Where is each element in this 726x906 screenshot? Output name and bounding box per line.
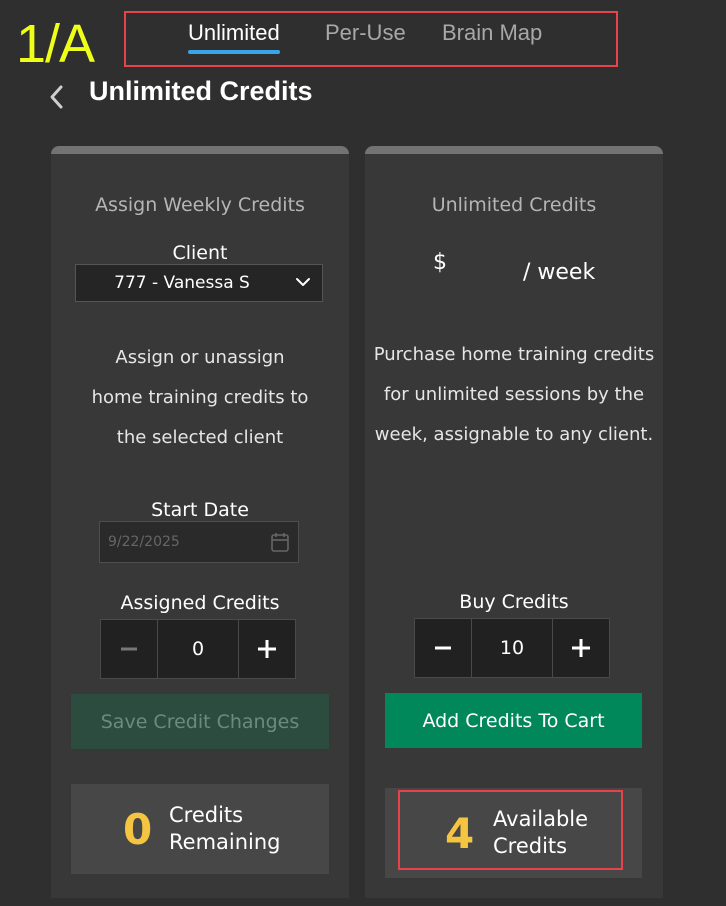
- tab-per-use[interactable]: Per-Use: [325, 20, 406, 46]
- start-date-value: 9/22/2025: [108, 534, 180, 550]
- assigned-credits-value[interactable]: 0: [158, 619, 238, 679]
- assigned-credits-stepper: 0: [100, 619, 296, 679]
- decrement-button[interactable]: [414, 618, 472, 678]
- assign-description-line-2: home training credits to: [91, 387, 309, 408]
- start-date-input[interactable]: 9/22/2025: [99, 521, 299, 563]
- buy-credits-value[interactable]: 10: [472, 618, 552, 678]
- back-button[interactable]: [44, 82, 70, 112]
- client-select-value: 777 - Vanessa S: [114, 273, 250, 293]
- purchase-description-line-2: for unlimited sessions by the: [383, 384, 645, 405]
- decrement-button[interactable]: [100, 619, 158, 679]
- tab-brain-map-label: Brain Map: [442, 20, 543, 45]
- buy-credits-label: Buy Credits: [459, 591, 569, 613]
- assign-description-line-3: the selected client: [116, 427, 284, 448]
- credits-remaining-label-2: Remaining: [169, 830, 281, 854]
- increment-button[interactable]: [238, 619, 296, 679]
- chevron-left-icon: [50, 85, 63, 109]
- active-tab-indicator: [188, 50, 280, 54]
- buy-credits-stepper: 10: [414, 618, 610, 678]
- price-currency: $: [433, 250, 447, 275]
- assign-credits-card: Assign Weekly Credits Client 777 - Vanes…: [51, 146, 349, 898]
- step-label: 1/A: [16, 14, 95, 74]
- price-per-week: / week: [523, 260, 596, 285]
- minus-icon: [121, 647, 137, 651]
- purchase-description-line-1: Purchase home training credits: [373, 344, 655, 365]
- card-heading: Unlimited Credits: [431, 194, 597, 216]
- increment-button[interactable]: [552, 618, 610, 678]
- client-select[interactable]: 777 - Vanessa S: [75, 264, 323, 302]
- credits-remaining-box: 0 Credits Remaining: [71, 784, 329, 874]
- add-credits-to-cart-button[interactable]: Add Credits To Cart: [385, 693, 642, 748]
- purchase-description-line-3: week, assignable to any client.: [374, 424, 654, 445]
- minus-icon: [435, 646, 451, 650]
- credits-remaining-count: 0: [123, 804, 153, 854]
- page-title: Unlimited Credits: [89, 76, 313, 106]
- assign-description-line-1: Assign or unassign: [115, 347, 285, 368]
- plus-icon: [572, 639, 590, 657]
- tab-unlimited-label: Unlimited: [188, 20, 280, 45]
- unlimited-credits-card: Unlimited Credits $ / week Purchase home…: [365, 146, 663, 898]
- save-credit-changes-button[interactable]: Save Credit Changes: [71, 694, 329, 749]
- start-date-label: Start Date: [151, 499, 249, 521]
- tab-per-use-label: Per-Use: [325, 20, 406, 45]
- tab-brain-map[interactable]: Brain Map: [442, 20, 542, 46]
- plus-icon: [258, 640, 276, 658]
- assigned-credits-label: Assigned Credits: [120, 592, 280, 614]
- chevron-down-icon: [296, 278, 310, 286]
- client-label: Client: [172, 242, 228, 264]
- available-credits-highlight: [398, 790, 623, 870]
- card-heading: Assign Weekly Credits: [95, 194, 305, 216]
- tab-unlimited[interactable]: Unlimited: [188, 20, 280, 54]
- calendar-icon[interactable]: [270, 531, 290, 553]
- credits-remaining-label-1: Credits: [169, 803, 244, 827]
